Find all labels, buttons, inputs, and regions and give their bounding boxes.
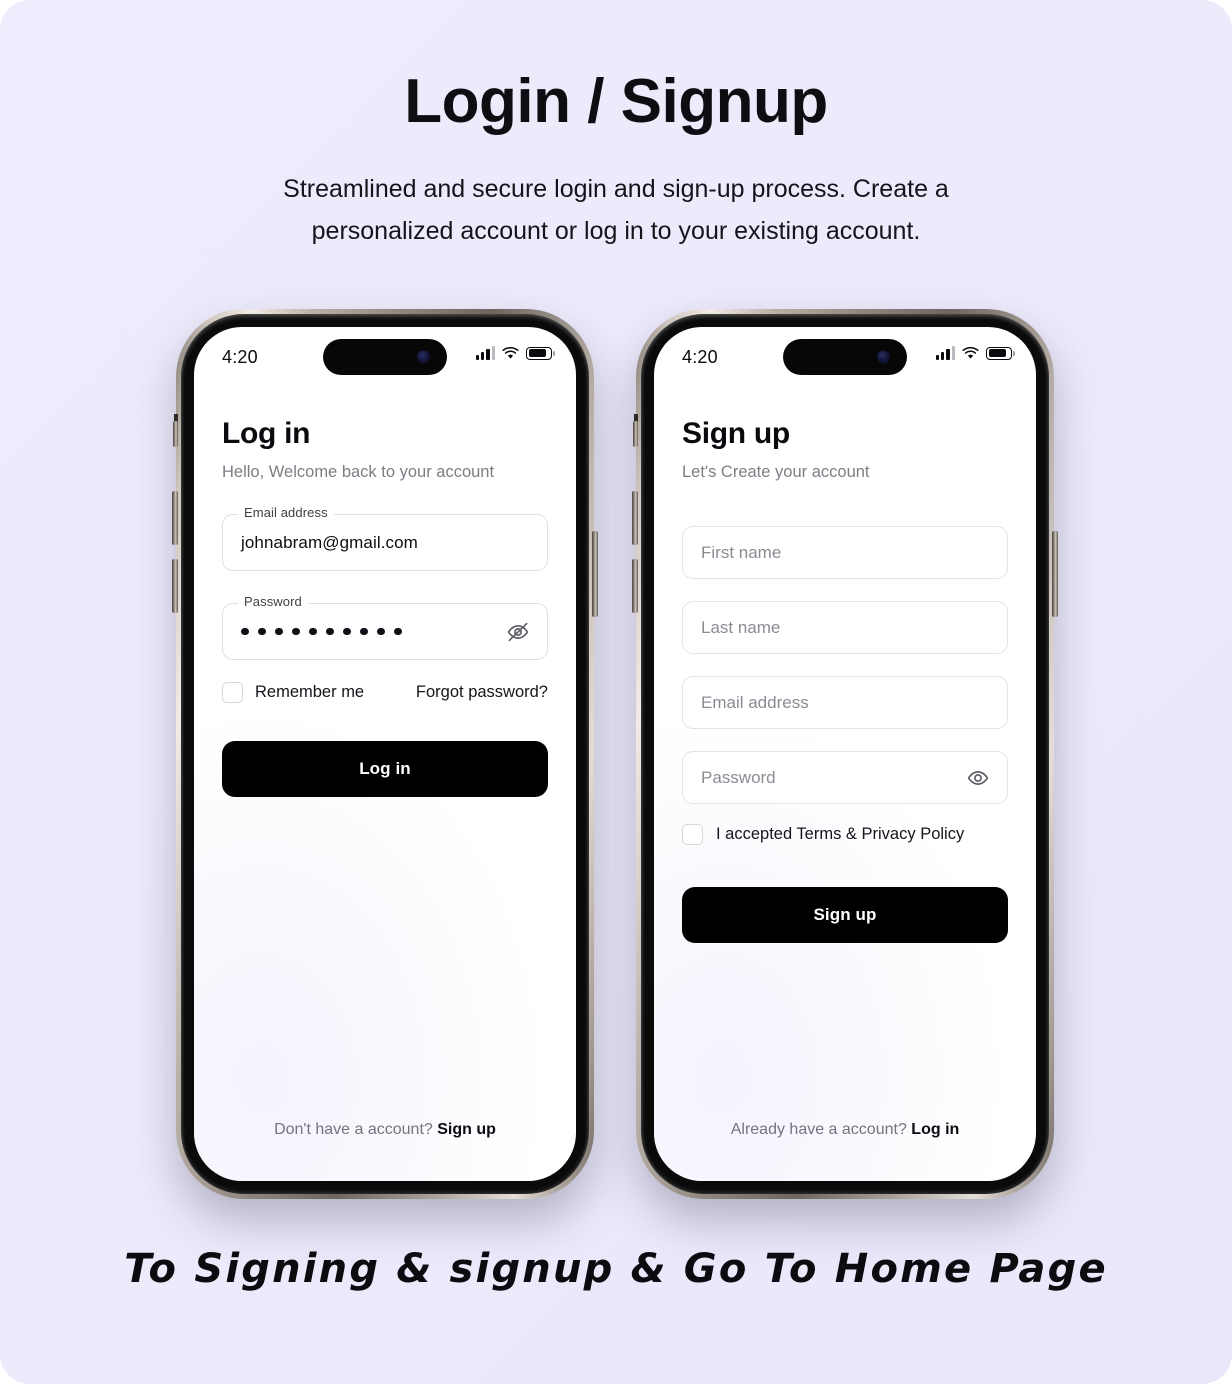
terms-checkbox[interactable] [682,824,703,845]
password-field-label: Password [238,595,308,608]
signup-link[interactable]: Sign up [437,1121,496,1138]
page-title: Login / Signup [404,67,828,136]
signup-button[interactable]: Sign up [682,887,1008,943]
wifi-icon [502,346,519,359]
signup-subtitle: Let's Create your account [682,463,870,481]
signup-footer-prefix: Already have a account? [730,1121,907,1138]
password-field[interactable]: Password [682,751,1008,804]
terms-control[interactable]: I accepted Terms & Privacy Policy [682,824,1008,845]
email-field-label: Email address [238,506,334,519]
phone-action-button[interactable] [633,421,638,447]
login-button[interactable]: Log in [222,741,548,797]
last-name-field[interactable]: Last name [682,601,1008,654]
status-bar-clock: 4:20 [222,347,258,367]
status-bar: 4:20 [654,327,1036,389]
password-field[interactable]: Password [222,595,548,660]
battery-icon [986,346,1015,360]
login-screen: 4:20 Log in Hello, Welcome back to your … [194,327,576,1181]
status-bar-clock: 4:20 [682,347,718,367]
first-name-placeholder: First name [701,542,782,562]
login-options-row: Remember me Forgot password? [222,682,548,703]
remember-me-checkbox[interactable] [222,682,243,703]
email-field[interactable]: Email address [682,676,1008,729]
login-title: Log in [222,417,311,450]
front-camera-icon [877,350,890,364]
phone-mockup-login: 4:20 Log in Hello, Welcome back to your … [172,309,598,1199]
status-bar-icons [935,346,1015,360]
phone-volume-up-button[interactable] [172,491,178,545]
remember-me-label: Remember me [255,683,365,701]
login-footer-prefix: Don't have a account? [274,1121,433,1138]
remember-me-control[interactable]: Remember me [222,682,364,703]
battery-icon [526,346,555,360]
email-field-value: johnabram@gmail.com [241,532,418,552]
status-bar-icons [475,346,555,360]
terms-label: I accepted Terms & Privacy Policy [716,825,965,843]
phone-volume-up-button[interactable] [632,491,638,545]
signup-title: Sign up [682,417,790,450]
signup-content: Sign up Let's Create your account First … [654,389,1036,1181]
page-subtitle: Streamlined and secure login and sign-up… [283,175,949,245]
poster-caption: To Signing & signup & Go To Home Page [124,1246,1108,1292]
wifi-icon [962,346,979,359]
eye-icon[interactable] [965,765,991,791]
password-placeholder: Password [701,767,776,787]
phone-volume-down-button[interactable] [172,559,178,613]
phone-action-button[interactable] [173,421,178,447]
login-footer: Don't have a account? Sign up [194,1121,576,1139]
phone-mockup-signup: 4:20 Sign up Let's Create your account F… [632,309,1058,1199]
signup-screen: 4:20 Sign up Let's Create your account F… [654,327,1036,1181]
signup-footer: Already have a account? Log in [654,1121,1036,1139]
front-camera-icon [417,350,430,364]
poster-canvas: Login / Signup Streamlined and secure lo… [0,0,1232,1384]
dynamic-island [323,339,447,375]
status-bar: 4:20 [194,327,576,389]
eye-off-icon[interactable] [505,619,531,645]
phone-power-button[interactable] [592,531,598,617]
first-name-field[interactable]: First name [682,526,1008,579]
cellular-bars-icon [475,346,495,360]
email-placeholder: Email address [701,692,809,712]
phone-power-button[interactable] [1052,531,1058,617]
email-field[interactable]: Email address johnabram@gmail.com [222,506,548,571]
login-content: Log in Hello, Welcome back to your accou… [194,389,576,1181]
phone-volume-down-button[interactable] [632,559,638,613]
login-link[interactable]: Log in [911,1121,959,1138]
login-subtitle: Hello, Welcome back to your account [222,463,495,481]
password-field-masked-value [241,627,402,636]
last-name-placeholder: Last name [701,617,781,637]
cellular-bars-icon [935,346,955,360]
dynamic-island [783,339,907,375]
forgot-password-link[interactable]: Forgot password? [416,683,548,702]
